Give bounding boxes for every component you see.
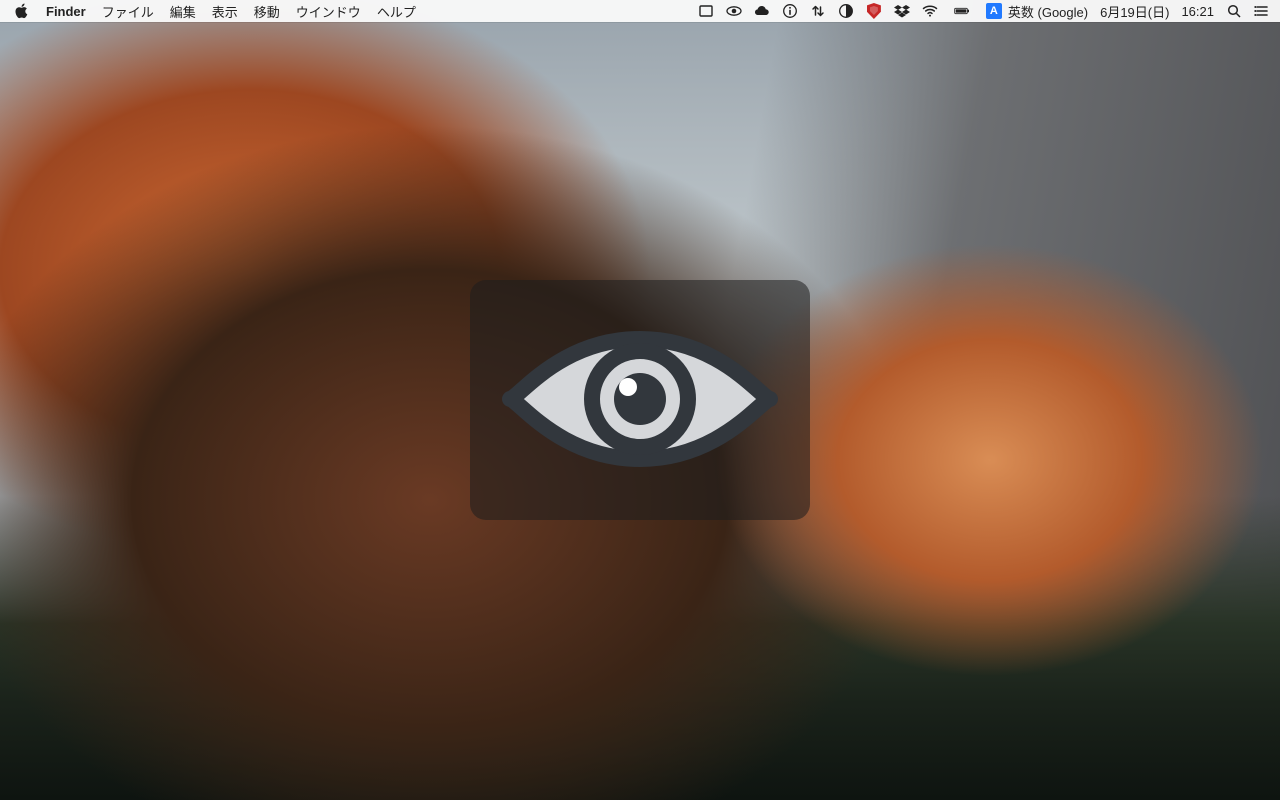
menu-help[interactable]: ヘルプ — [377, 2, 416, 21]
updown-arrows-icon[interactable] — [810, 3, 826, 19]
preview-eye-icon[interactable] — [726, 3, 742, 19]
input-source-menu[interactable]: A 英数 (Google) — [986, 2, 1088, 21]
ime-badge: A — [986, 3, 1002, 19]
menu-window[interactable]: ウインドウ — [296, 2, 361, 21]
menu-view[interactable]: 表示 — [212, 2, 238, 21]
antivirus-shield-icon[interactable] — [866, 3, 882, 19]
menu-clock[interactable]: 16:21 — [1181, 4, 1214, 19]
app-name[interactable]: Finder — [46, 4, 86, 19]
eye-icon — [500, 314, 780, 487]
dropbox-icon[interactable] — [894, 3, 910, 19]
rectangle-icon[interactable] — [698, 3, 714, 19]
info-icon[interactable] — [782, 3, 798, 19]
menu-go[interactable]: 移動 — [254, 2, 280, 21]
wifi-icon[interactable] — [922, 3, 938, 19]
menu-file[interactable]: ファイル — [102, 2, 154, 21]
contrast-icon[interactable] — [838, 3, 854, 19]
cloud-icon[interactable] — [754, 3, 770, 19]
battery-icon[interactable] — [950, 3, 974, 19]
menu-bar: Finder ファイル 編集 表示 移動 ウインドウ ヘルプ — [0, 0, 1280, 22]
menu-edit[interactable]: 編集 — [170, 2, 196, 21]
notification-center-icon[interactable] — [1254, 3, 1270, 19]
menu-date[interactable]: 6月19日(日) — [1100, 2, 1169, 21]
sight-overlay-panel — [470, 280, 810, 520]
ime-label: 英数 (Google) — [1008, 2, 1088, 21]
apple-menu-icon[interactable] — [14, 3, 30, 19]
spotlight-search-icon[interactable] — [1226, 3, 1242, 19]
